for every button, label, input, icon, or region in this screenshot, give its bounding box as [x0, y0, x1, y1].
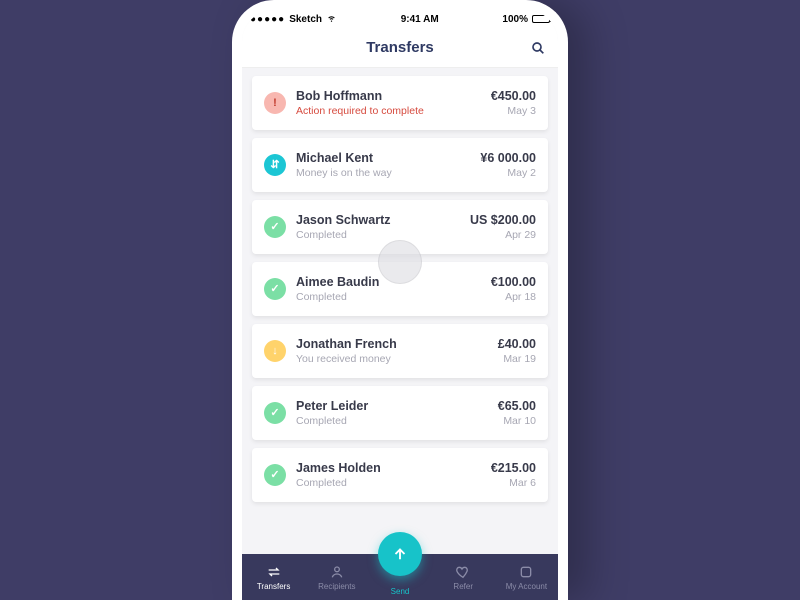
- account-icon: [518, 564, 534, 580]
- transfer-row[interactable]: ! Bob Hoffmann Action required to complete…: [252, 76, 548, 130]
- transfer-name: Jason Schwartz: [296, 213, 460, 227]
- tab-send-label: Send: [391, 587, 410, 596]
- phone-frame: ●●●●● Sketch 9:41 AM 100% Transfers ! Bob…: [232, 0, 568, 600]
- tab-transfers[interactable]: Transfers: [242, 564, 305, 591]
- transfer-name: Jonathan French: [296, 337, 488, 351]
- transfer-amount: £40.00: [498, 337, 536, 351]
- transfer-name: James Holden: [296, 461, 481, 475]
- screen: ●●●●● Sketch 9:41 AM 100% Transfers ! Bob…: [242, 10, 558, 600]
- arrow-up-icon: [391, 545, 409, 563]
- status-icon: ✓: [264, 216, 286, 238]
- status-icon: ⇵: [264, 154, 286, 176]
- tab-label: Refer: [453, 582, 473, 591]
- tab-account[interactable]: My Account: [495, 564, 558, 591]
- transfers-list[interactable]: ! Bob Hoffmann Action required to complete…: [242, 68, 558, 554]
- tab-label: My Account: [506, 582, 547, 591]
- transfers-icon: [266, 564, 282, 580]
- transfer-date: Mar 6: [491, 477, 536, 489]
- transfer-date: May 3: [491, 105, 536, 117]
- transfer-status: Completed: [296, 291, 481, 303]
- transfer-row[interactable]: ✓ Aimee Baudin Completed €100.00 Apr 18: [252, 262, 548, 316]
- transfer-name: Bob Hoffmann: [296, 89, 481, 103]
- status-icon: ✓: [264, 464, 286, 486]
- transfer-status: Completed: [296, 477, 481, 489]
- carrier-label: Sketch: [289, 14, 322, 25]
- transfer-date: May 2: [480, 167, 536, 179]
- transfer-status: You received money: [296, 353, 488, 365]
- send-button[interactable]: [378, 532, 422, 576]
- battery-icon: [532, 15, 550, 23]
- transfer-row[interactable]: ⇵ Michael Kent Money is on the way ¥6 000.0…: [252, 138, 548, 192]
- transfer-name: Aimee Baudin: [296, 275, 481, 289]
- transfer-amount: €100.00: [491, 275, 536, 289]
- status-icon: ↓: [264, 340, 286, 362]
- header: Transfers: [242, 28, 558, 68]
- recipients-icon: [329, 564, 345, 580]
- transfer-name: Peter Leider: [296, 399, 488, 413]
- transfer-row[interactable]: ↓ Jonathan French You received money £40.00…: [252, 324, 548, 378]
- status-icon: ✓: [264, 278, 286, 300]
- transfer-date: Apr 18: [491, 291, 536, 303]
- status-icon: ✓: [264, 402, 286, 424]
- transfer-row[interactable]: ✓ James Holden Completed €215.00 Mar 6: [252, 448, 548, 502]
- transfer-amount: US $200.00: [470, 213, 536, 227]
- transfer-date: Apr 29: [470, 229, 536, 241]
- transfer-status: Completed: [296, 229, 460, 241]
- transfer-amount: ¥6 000.00: [480, 151, 536, 165]
- wifi-icon: [326, 12, 337, 26]
- transfer-date: Mar 19: [498, 353, 536, 365]
- tab-bar: Transfers Recipients . Refer My Account …: [242, 554, 558, 600]
- transfer-amount: €65.00: [498, 399, 536, 413]
- transfer-row[interactable]: ✓ Jason Schwartz Completed US $200.00 Apr 29: [252, 200, 548, 254]
- search-icon: [530, 40, 546, 56]
- tab-refer[interactable]: Refer: [432, 564, 495, 591]
- clock: 9:41 AM: [401, 14, 439, 25]
- search-button[interactable]: [530, 40, 546, 56]
- status-icon: !: [264, 92, 286, 114]
- transfer-status: Action required to complete: [296, 105, 481, 117]
- page-title: Transfers: [366, 39, 434, 56]
- signal-dots-icon: ●●●●●: [250, 14, 285, 25]
- transfer-date: Mar 10: [498, 415, 536, 427]
- battery-pct: 100%: [502, 14, 528, 25]
- tab-label: Recipients: [318, 582, 355, 591]
- status-bar: ●●●●● Sketch 9:41 AM 100%: [242, 10, 558, 28]
- heart-icon: [455, 564, 471, 580]
- transfer-status: Completed: [296, 415, 488, 427]
- transfer-name: Michael Kent: [296, 151, 470, 165]
- transfer-row[interactable]: ✓ Peter Leider Completed €65.00 Mar 10: [252, 386, 548, 440]
- transfer-status: Money is on the way: [296, 167, 470, 179]
- tab-label: Transfers: [257, 582, 291, 591]
- transfer-amount: €215.00: [491, 461, 536, 475]
- transfer-amount: €450.00: [491, 89, 536, 103]
- tab-recipients[interactable]: Recipients: [305, 564, 368, 591]
